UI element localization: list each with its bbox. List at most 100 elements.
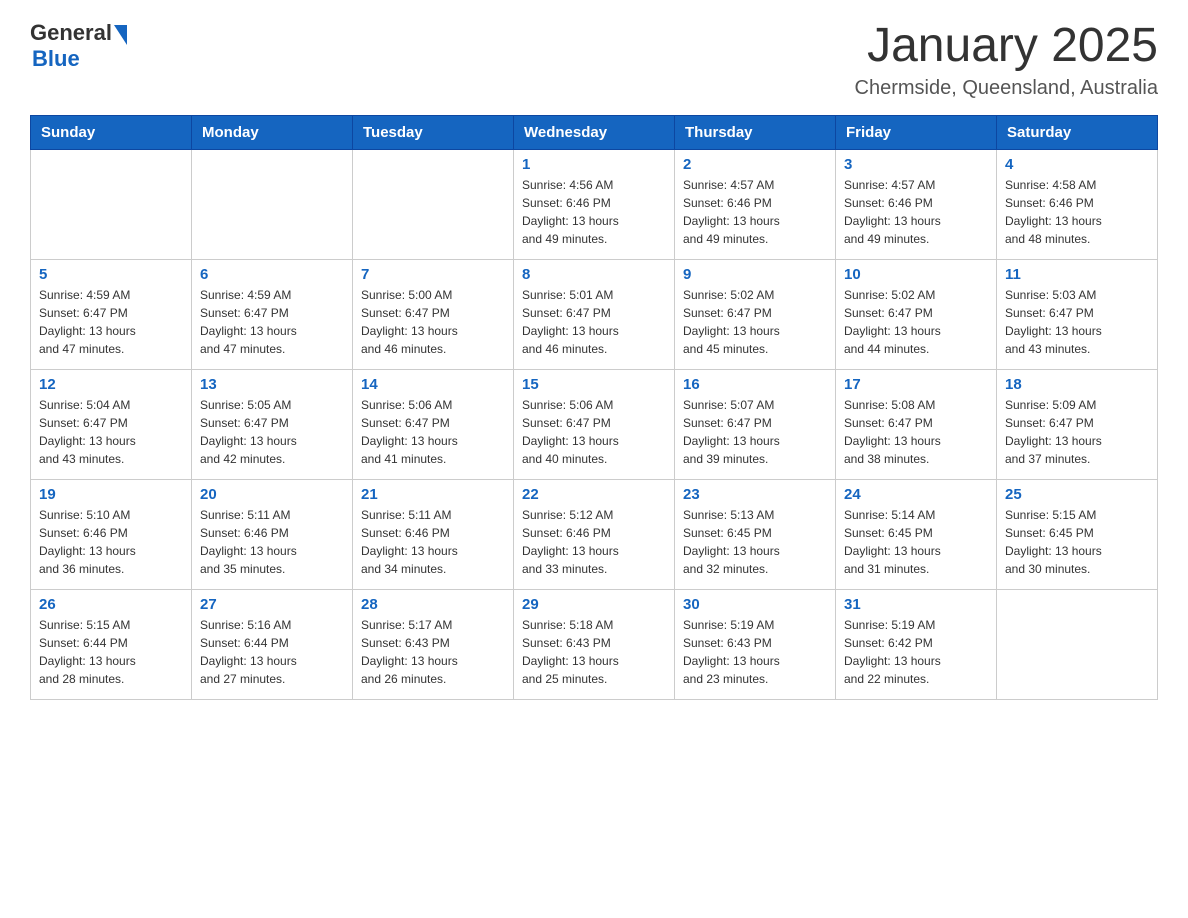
calendar-cell: 17 Sunrise: 5:08 AM Sunset: 6:47 PM Dayli… [836, 369, 997, 479]
day-info: Sunrise: 5:10 AM Sunset: 6:46 PM Dayligh… [39, 506, 183, 578]
calendar-header-friday: Friday [836, 115, 997, 149]
day-info: Sunrise: 5:09 AM Sunset: 6:47 PM Dayligh… [1005, 396, 1149, 468]
day-number: 8 [522, 266, 666, 283]
day-number: 22 [522, 486, 666, 503]
calendar-header-row: SundayMondayTuesdayWednesdayThursdayFrid… [31, 115, 1158, 149]
calendar-cell: 2 Sunrise: 4:57 AM Sunset: 6:46 PM Daylig… [675, 149, 836, 259]
calendar-header-thursday: Thursday [675, 115, 836, 149]
day-info: Sunrise: 5:06 AM Sunset: 6:47 PM Dayligh… [361, 396, 505, 468]
day-number: 16 [683, 376, 827, 393]
day-info: Sunrise: 5:11 AM Sunset: 6:46 PM Dayligh… [361, 506, 505, 578]
day-info: Sunrise: 4:57 AM Sunset: 6:46 PM Dayligh… [844, 176, 988, 248]
calendar-week-row: 26 Sunrise: 5:15 AM Sunset: 6:44 PM Dayli… [31, 589, 1158, 699]
day-info: Sunrise: 5:07 AM Sunset: 6:47 PM Dayligh… [683, 396, 827, 468]
day-number: 14 [361, 376, 505, 393]
calendar-cell: 24Sunrise: 5:14 AM Sunset: 6:45 PM Dayli… [836, 479, 997, 589]
calendar-cell: 11 Sunrise: 5:03 AM Sunset: 6:47 PM Dayli… [997, 259, 1158, 369]
day-number: 17 [844, 376, 988, 393]
calendar-cell: 25Sunrise: 5:15 AM Sunset: 6:45 PM Dayli… [997, 479, 1158, 589]
day-number: 5 [39, 266, 183, 283]
calendar-header-saturday: Saturday [997, 115, 1158, 149]
day-info: Sunrise: 4:59 AM Sunset: 6:47 PM Dayligh… [200, 286, 344, 358]
calendar-week-row: 5 Sunrise: 4:59 AM Sunset: 6:47 PM Daylig… [31, 259, 1158, 369]
day-number: 29 [522, 596, 666, 613]
day-info: Sunrise: 4:58 AM Sunset: 6:46 PM Dayligh… [1005, 176, 1149, 248]
day-info: Sunrise: 4:59 AM Sunset: 6:47 PM Dayligh… [39, 286, 183, 358]
calendar-cell [192, 149, 353, 259]
calendar-cell: 9Sunrise: 5:02 AM Sunset: 6:47 PM Daylig… [675, 259, 836, 369]
calendar-cell: 1 Sunrise: 4:56 AM Sunset: 6:46 PM Daylig… [514, 149, 675, 259]
day-number: 13 [200, 376, 344, 393]
logo: General Blue [30, 20, 127, 72]
day-info: Sunrise: 5:16 AM Sunset: 6:44 PM Dayligh… [200, 616, 344, 688]
day-number: 28 [361, 596, 505, 613]
calendar-cell: 8 Sunrise: 5:01 AM Sunset: 6:47 PM Daylig… [514, 259, 675, 369]
calendar-cell [997, 589, 1158, 699]
calendar-header-monday: Monday [192, 115, 353, 149]
calendar-week-row: 12 Sunrise: 5:04 AM Sunset: 6:47 PM Dayli… [31, 369, 1158, 479]
title-block: January 2025 Chermside, Queensland, Aust… [855, 20, 1159, 100]
calendar-cell: 26 Sunrise: 5:15 AM Sunset: 6:44 PM Dayli… [31, 589, 192, 699]
day-number: 26 [39, 596, 183, 613]
page-subtitle: Chermside, Queensland, Australia [855, 77, 1159, 100]
calendar-cell: 28 Sunrise: 5:17 AM Sunset: 6:43 PM Dayli… [353, 589, 514, 699]
calendar-cell: 15 Sunrise: 5:06 AM Sunset: 6:47 PM Dayli… [514, 369, 675, 479]
calendar-cell: 10Sunrise: 5:02 AM Sunset: 6:47 PM Dayli… [836, 259, 997, 369]
day-info: Sunrise: 5:08 AM Sunset: 6:47 PM Dayligh… [844, 396, 988, 468]
calendar-cell [353, 149, 514, 259]
day-info: Sunrise: 5:13 AM Sunset: 6:45 PM Dayligh… [683, 506, 827, 578]
day-number: 19 [39, 486, 183, 503]
calendar-cell: 3Sunrise: 4:57 AM Sunset: 6:46 PM Daylig… [836, 149, 997, 259]
logo-blue-text: Blue [32, 46, 80, 72]
calendar-cell: 29 Sunrise: 5:18 AM Sunset: 6:43 PM Dayli… [514, 589, 675, 699]
calendar-week-row: 19 Sunrise: 5:10 AM Sunset: 6:46 PM Dayli… [31, 479, 1158, 589]
day-info: Sunrise: 5:11 AM Sunset: 6:46 PM Dayligh… [200, 506, 344, 578]
calendar-cell: 21 Sunrise: 5:11 AM Sunset: 6:46 PM Dayli… [353, 479, 514, 589]
calendar-table: SundayMondayTuesdayWednesdayThursdayFrid… [30, 115, 1158, 700]
calendar-week-row: 1 Sunrise: 4:56 AM Sunset: 6:46 PM Daylig… [31, 149, 1158, 259]
page-header: General Blue January 2025 Chermside, Que… [30, 20, 1158, 100]
day-info: Sunrise: 4:57 AM Sunset: 6:46 PM Dayligh… [683, 176, 827, 248]
day-number: 23 [683, 486, 827, 503]
day-info: Sunrise: 5:19 AM Sunset: 6:43 PM Dayligh… [683, 616, 827, 688]
day-info: Sunrise: 5:12 AM Sunset: 6:46 PM Dayligh… [522, 506, 666, 578]
logo-general-text: General [30, 20, 112, 46]
day-number: 20 [200, 486, 344, 503]
calendar-cell: 18Sunrise: 5:09 AM Sunset: 6:47 PM Dayli… [997, 369, 1158, 479]
day-number: 15 [522, 376, 666, 393]
day-info: Sunrise: 5:18 AM Sunset: 6:43 PM Dayligh… [522, 616, 666, 688]
calendar-cell [31, 149, 192, 259]
calendar-cell: 12 Sunrise: 5:04 AM Sunset: 6:47 PM Dayli… [31, 369, 192, 479]
day-info: Sunrise: 5:03 AM Sunset: 6:47 PM Dayligh… [1005, 286, 1149, 358]
calendar-cell: 30Sunrise: 5:19 AM Sunset: 6:43 PM Dayli… [675, 589, 836, 699]
day-number: 31 [844, 596, 988, 613]
calendar-cell: 14 Sunrise: 5:06 AM Sunset: 6:47 PM Dayli… [353, 369, 514, 479]
calendar-cell: 7Sunrise: 5:00 AM Sunset: 6:47 PM Daylig… [353, 259, 514, 369]
day-number: 6 [200, 266, 344, 283]
logo-triangle-icon [114, 25, 127, 45]
calendar-header-sunday: Sunday [31, 115, 192, 149]
day-info: Sunrise: 5:19 AM Sunset: 6:42 PM Dayligh… [844, 616, 988, 688]
day-info: Sunrise: 5:17 AM Sunset: 6:43 PM Dayligh… [361, 616, 505, 688]
day-info: Sunrise: 5:02 AM Sunset: 6:47 PM Dayligh… [683, 286, 827, 358]
page-title: January 2025 [855, 20, 1159, 73]
calendar-cell: 27 Sunrise: 5:16 AM Sunset: 6:44 PM Dayli… [192, 589, 353, 699]
day-number: 21 [361, 486, 505, 503]
calendar-cell: 5 Sunrise: 4:59 AM Sunset: 6:47 PM Daylig… [31, 259, 192, 369]
day-number: 2 [683, 156, 827, 173]
calendar-cell: 4Sunrise: 4:58 AM Sunset: 6:46 PM Daylig… [997, 149, 1158, 259]
day-number: 27 [200, 596, 344, 613]
day-number: 12 [39, 376, 183, 393]
day-info: Sunrise: 5:01 AM Sunset: 6:47 PM Dayligh… [522, 286, 666, 358]
day-info: Sunrise: 4:56 AM Sunset: 6:46 PM Dayligh… [522, 176, 666, 248]
day-info: Sunrise: 5:15 AM Sunset: 6:44 PM Dayligh… [39, 616, 183, 688]
calendar-header-tuesday: Tuesday [353, 115, 514, 149]
day-info: Sunrise: 5:06 AM Sunset: 6:47 PM Dayligh… [522, 396, 666, 468]
day-info: Sunrise: 5:04 AM Sunset: 6:47 PM Dayligh… [39, 396, 183, 468]
day-info: Sunrise: 5:14 AM Sunset: 6:45 PM Dayligh… [844, 506, 988, 578]
day-number: 11 [1005, 266, 1149, 283]
calendar-cell: 6 Sunrise: 4:59 AM Sunset: 6:47 PM Daylig… [192, 259, 353, 369]
day-number: 10 [844, 266, 988, 283]
day-info: Sunrise: 5:15 AM Sunset: 6:45 PM Dayligh… [1005, 506, 1149, 578]
day-number: 1 [522, 156, 666, 173]
